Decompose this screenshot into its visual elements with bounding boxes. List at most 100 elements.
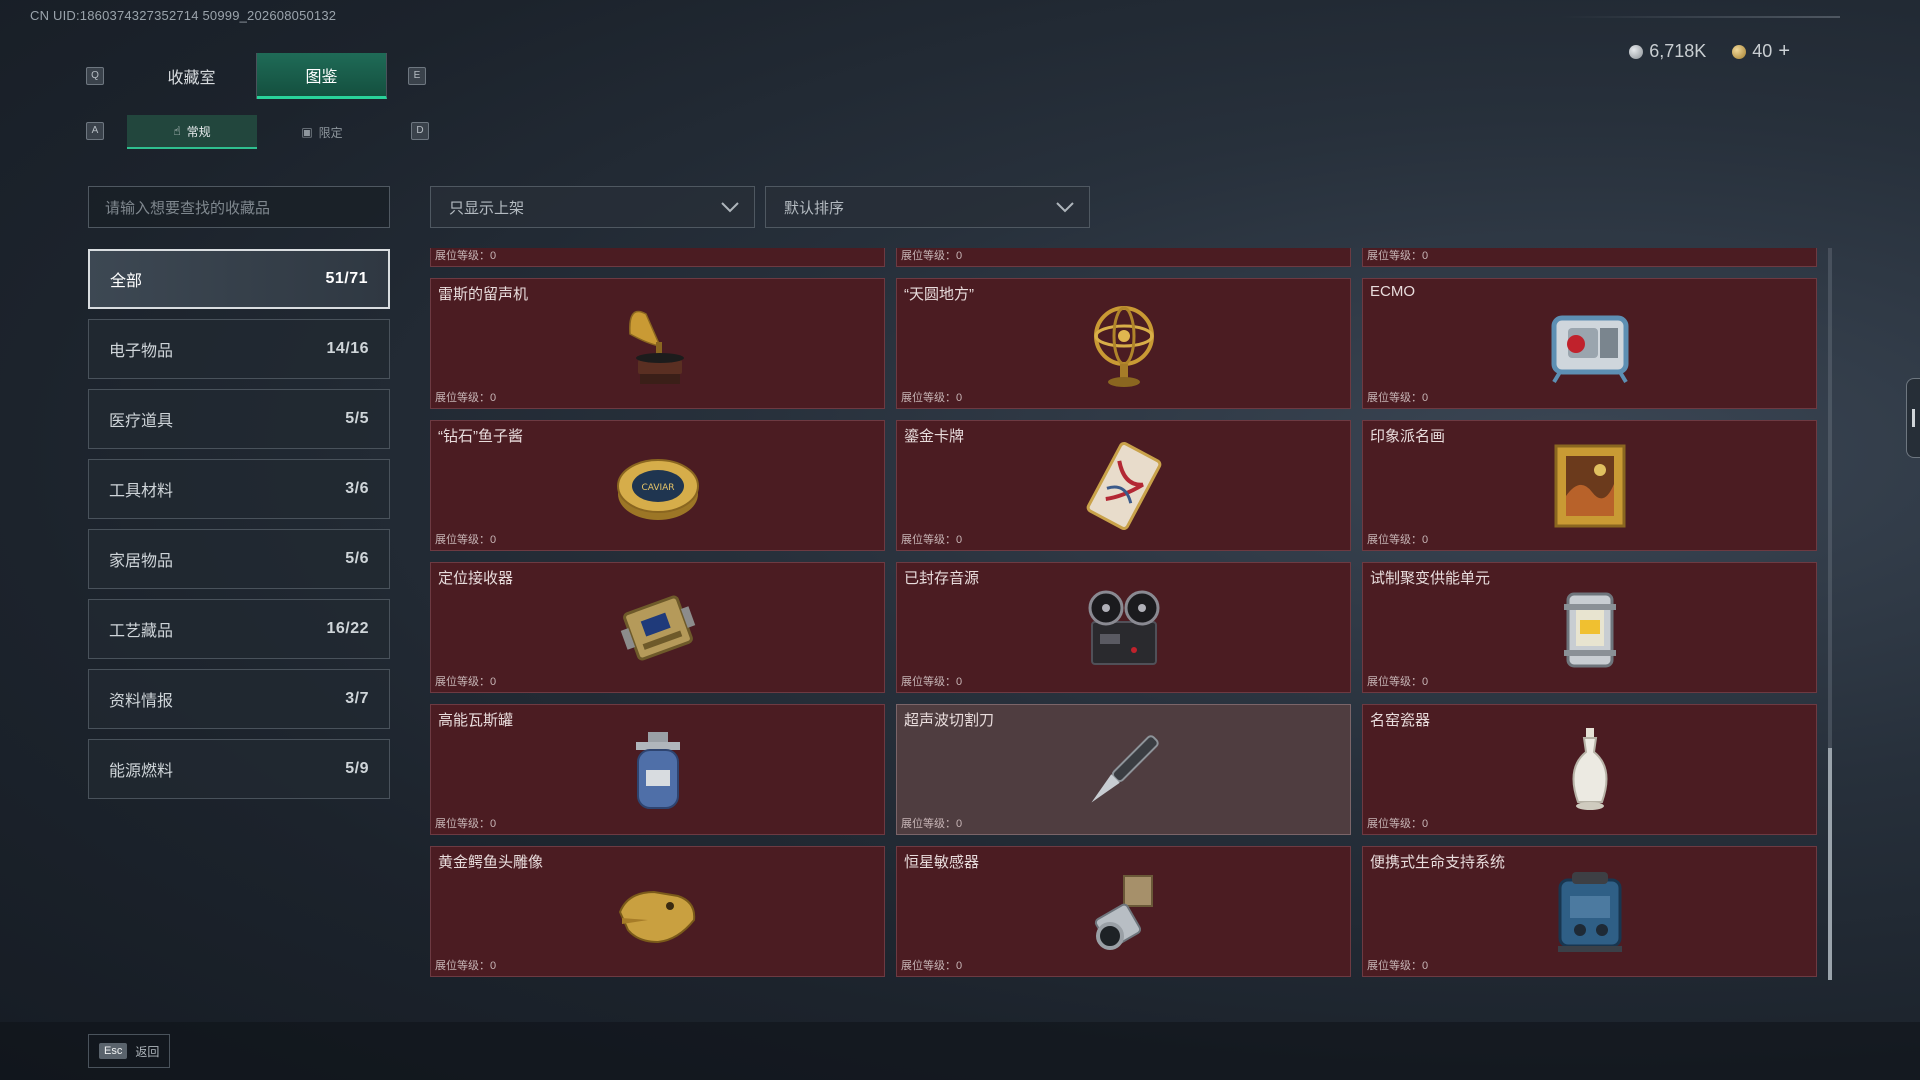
category-count: 3/7	[345, 690, 369, 707]
booth-level: 展位等级：0	[435, 676, 497, 688]
gold-currency: 40 +	[1732, 40, 1790, 63]
back-label: 返回	[135, 1044, 160, 1059]
shelf-filter-dropdown[interactable]: 只显示上架	[430, 186, 755, 228]
booth-level: 展位等级：0	[1367, 250, 1429, 262]
collection-card[interactable]: 名窑瓷器 展位等级：0	[1362, 704, 1817, 835]
booth-level: 展位等级：0	[435, 250, 497, 262]
booth-level: 展位等级：0	[1367, 392, 1429, 404]
booth-level: 展位等级：0	[1367, 534, 1429, 546]
silver-currency: 6,718K	[1629, 41, 1706, 62]
category-energy[interactable]: 能源燃料 5/9	[88, 739, 390, 799]
fusion-cell-icon	[1563, 592, 1616, 668]
item-name: 超声波切割刀	[904, 712, 995, 729]
collection-card[interactable]: 高能瓦斯罐 展位等级：0	[430, 704, 885, 835]
category-crafts[interactable]: 工艺藏品 16/22	[88, 599, 390, 659]
chevron-down-icon	[1056, 202, 1074, 213]
collection-card[interactable]: 超声波切割刀 展位等级：0	[896, 704, 1351, 835]
tab-collection-room[interactable]: 收藏室	[127, 53, 257, 99]
gilded-card-icon	[1086, 442, 1161, 530]
category-household[interactable]: 家居物品 5/6	[88, 529, 390, 589]
collection-card[interactable]: 定位接收器 展位等级：0	[430, 562, 885, 693]
item-name: 高能瓦斯罐	[438, 712, 514, 729]
scrollbar-thumb[interactable]	[1828, 748, 1832, 980]
porcelain-vase-icon	[1572, 728, 1607, 810]
category-count: 14/16	[326, 340, 369, 357]
side-panel-handle[interactable]	[1906, 378, 1920, 458]
category-count: 51/71	[325, 270, 368, 287]
category-label: 资料情报	[109, 693, 174, 710]
category-count: 16/22	[326, 620, 369, 637]
armillary-sphere-icon	[1093, 306, 1154, 387]
booth-level: 展位等级：0	[901, 818, 963, 830]
collection-card[interactable]: “天圆地方” 展位等级：0	[896, 278, 1351, 409]
collection-card[interactable]: 黄金鳄鱼头雕像 展位等级：0	[430, 846, 885, 977]
key-hint-a: A	[86, 122, 104, 140]
hand-icon: ☝	[173, 124, 181, 138]
collection-card[interactable]: 展位等级：0	[430, 248, 885, 267]
item-name: 雷斯的留声机	[438, 286, 529, 303]
category-count: 5/9	[345, 760, 369, 777]
category-count: 5/6	[345, 550, 369, 567]
item-name: 恒星敏感器	[904, 854, 980, 871]
tab-catalog[interactable]: 图鉴	[257, 53, 387, 99]
sort-dropdown[interactable]: 默认排序	[765, 186, 1090, 228]
bottom-bar	[0, 1022, 1920, 1080]
item-name: 已封存音源	[904, 570, 980, 587]
collection-card[interactable]: 恒星敏感器 展位等级：0	[896, 846, 1351, 977]
subtab-regular[interactable]: ☝ 常规	[127, 115, 257, 149]
silver-coin-icon	[1629, 44, 1644, 59]
category-medical[interactable]: 医疗道具 5/5	[88, 389, 390, 449]
category-intel[interactable]: 资料情报 3/7	[88, 669, 390, 729]
booth-level: 展位等级：0	[901, 534, 963, 546]
subtab-limited[interactable]: ▣ 限定	[257, 115, 387, 149]
booth-level: 展位等级：0	[1367, 818, 1429, 830]
collection-grid: 展位等级：0 展位等级：0 展位等级：0 雷斯的留声机 展位等级：0 “天圆地方…	[430, 248, 1822, 980]
category-all[interactable]: 全部 51/71	[88, 249, 390, 309]
sub-tabs: ☝ 常规 ▣ 限定	[127, 115, 387, 149]
grid-scrollbar[interactable]	[1828, 248, 1832, 980]
star-sensor-icon	[1094, 875, 1153, 950]
gramophone-icon	[628, 310, 684, 384]
reel-recorder-icon	[1088, 590, 1159, 665]
caviar-label: CAVIAR	[641, 483, 674, 493]
item-name: 定位接收器	[438, 570, 514, 587]
image-icon: ▣	[301, 125, 313, 139]
category-count: 3/6	[345, 480, 369, 497]
collection-card[interactable]: 鎏金卡牌 展位等级：0	[896, 420, 1351, 551]
item-name: 名窑瓷器	[1370, 712, 1431, 729]
category-tools[interactable]: 工具材料 3/6	[88, 459, 390, 519]
gas-canister-icon	[635, 732, 680, 809]
collection-card[interactable]: 便携式生命支持系统 展位等级：0	[1362, 846, 1817, 977]
collection-card[interactable]: 试制聚变供能单元 展位等级：0	[1362, 562, 1817, 693]
collection-card[interactable]: 雷斯的留声机 展位等级：0	[430, 278, 885, 409]
category-label: 电子物品	[109, 343, 174, 360]
item-name: 鎏金卡牌	[904, 428, 965, 445]
life-support-icon	[1557, 872, 1622, 952]
category-count: 5/5	[345, 410, 369, 427]
item-name: 印象派名画	[1370, 428, 1446, 445]
chevron-down-icon	[721, 202, 739, 213]
category-label: 能源燃料	[109, 763, 174, 780]
add-currency-button[interactable]: +	[1778, 40, 1790, 63]
header-divider	[1560, 16, 1840, 18]
ultrasonic-knife-icon	[1090, 735, 1159, 803]
item-name: ECMO	[1370, 283, 1415, 300]
collection-card[interactable]: “钻石”鱼子酱 CAVIAR 展位等级：0	[430, 420, 885, 551]
collection-card[interactable]: ECMO 展位等级：0	[1362, 278, 1817, 409]
gold-amount: 40	[1752, 41, 1773, 61]
receiver-device-icon	[620, 595, 695, 661]
search-input[interactable]: 请输入想要查找的收藏品	[88, 186, 390, 228]
gold-coin-icon	[1732, 44, 1747, 59]
caviar-tin-icon: CAVIAR	[616, 459, 699, 520]
collection-card[interactable]: 已封存音源 展位等级：0	[896, 562, 1351, 693]
booth-level: 展位等级：0	[435, 960, 497, 972]
currency-bar: 6,718K 40 +	[1629, 40, 1790, 63]
category-electronics[interactable]: 电子物品 14/16	[88, 319, 390, 379]
collection-card[interactable]: 展位等级：0	[1362, 248, 1817, 267]
silver-amount: 6,718K	[1649, 41, 1707, 61]
back-button[interactable]: Esc 返回	[88, 1034, 170, 1068]
collection-card[interactable]: 印象派名画 展位等级：0	[1362, 420, 1817, 551]
collection-card[interactable]: 展位等级：0	[896, 248, 1351, 267]
subtab-regular-label: 常规	[186, 124, 211, 139]
shelf-filter-value: 只显示上架	[449, 199, 525, 217]
